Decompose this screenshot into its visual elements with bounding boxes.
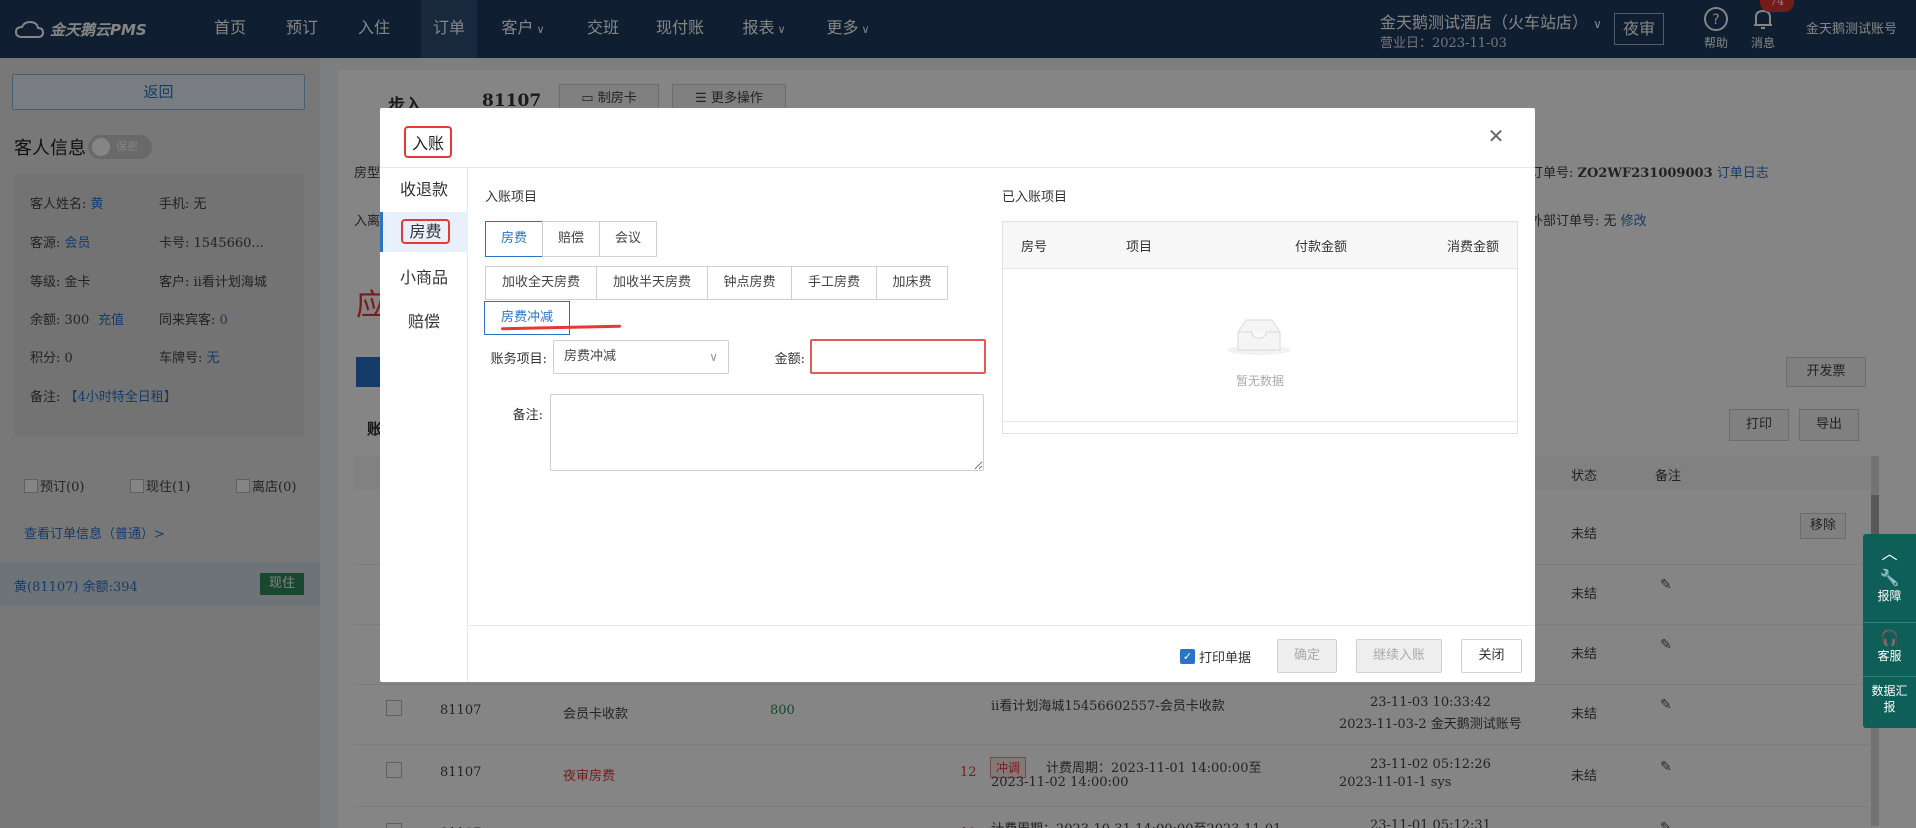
tab-compensation[interactable]: 赔偿 bbox=[380, 302, 468, 342]
confirm-button[interactable]: 确定 bbox=[1277, 639, 1337, 673]
tab-small-goods[interactable]: 小商品 bbox=[380, 258, 468, 298]
account-item-value: 房费冲减 bbox=[564, 349, 617, 364]
segment-compensation[interactable]: 赔偿 bbox=[542, 221, 600, 257]
customer-service-label: 客服 bbox=[1877, 649, 1902, 663]
customer-service-button[interactable]: 🎧 客服 bbox=[1863, 622, 1916, 664]
chip-extra-bed[interactable]: 加床费 bbox=[876, 266, 948, 300]
tab-room-fee[interactable]: 房费 bbox=[380, 212, 468, 252]
col-consume-amount: 消费金额 bbox=[1447, 240, 1500, 255]
col-room-number: 房号 bbox=[1021, 240, 1048, 255]
empty-inbox-icon bbox=[1227, 319, 1291, 355]
table-divider bbox=[1003, 421, 1517, 422]
tab-receipt-refund-label: 收退款 bbox=[399, 180, 448, 199]
account-item-select[interactable]: 房费冲减 ∨ bbox=[553, 340, 729, 374]
data-report-button[interactable]: 数据汇报 bbox=[1863, 676, 1916, 715]
tab-receipt-refund[interactable]: 收退款 bbox=[380, 170, 468, 210]
close-button[interactable]: 关闭 bbox=[1461, 639, 1522, 673]
dialog-title: 入账 bbox=[404, 126, 453, 158]
report-issue-label: 报障 bbox=[1877, 589, 1902, 603]
floating-support-panel: ︿ 🔧 报障 🎧 客服 数据汇报 bbox=[1863, 534, 1916, 728]
amount-input[interactable] bbox=[810, 339, 986, 374]
segment-meeting[interactable]: 会议 bbox=[599, 221, 657, 257]
posted-table-header bbox=[1003, 222, 1517, 269]
col-payment-amount: 付款金额 bbox=[1295, 240, 1348, 255]
report-issue-button[interactable]: 🔧 报障 bbox=[1863, 568, 1916, 604]
remark-textarea[interactable] bbox=[550, 394, 984, 471]
segment-room-fee[interactable]: 房费 bbox=[485, 221, 543, 257]
col-item: 项目 bbox=[1126, 240, 1153, 255]
dialog-footer-divider bbox=[468, 625, 1535, 626]
headset-icon: 🎧 bbox=[1880, 629, 1899, 647]
chevron-up-icon[interactable]: ︿ bbox=[1863, 540, 1916, 564]
print-receipt-label: 打印单据 bbox=[1199, 651, 1252, 666]
tab-compensation-label: 赔偿 bbox=[407, 312, 440, 331]
chip-hourly-fee[interactable]: 钟点房费 bbox=[707, 266, 792, 300]
continue-entry-button[interactable]: 继续入账 bbox=[1356, 639, 1442, 673]
chip-room-fee-deduction[interactable]: 房费冲减 bbox=[484, 301, 570, 335]
remark-label: 备注: bbox=[512, 408, 543, 423]
chevron-down-icon: ∨ bbox=[709, 350, 718, 364]
chip-full-day-surcharge[interactable]: 加收全天房费 bbox=[485, 266, 597, 300]
post-entry-dialog: 入账 ✕ 收退款 房费 小商品 赔偿 入账项目 房费 赔偿 会议 加收全天房费 … bbox=[380, 108, 1535, 682]
dialog-header bbox=[380, 108, 1535, 168]
chip-manual-fee[interactable]: 手工房费 bbox=[791, 266, 877, 300]
posted-items-table: 房号 项目 付款金额 消费金额 暂无数据 bbox=[1002, 221, 1518, 434]
entry-section-title: 入账项目 bbox=[485, 190, 538, 205]
empty-state-text: 暂无数据 bbox=[1235, 374, 1284, 388]
account-item-label: 账务项目: bbox=[490, 352, 547, 367]
posted-section-title: 已入账项目 bbox=[1002, 190, 1068, 205]
print-receipt-checkbox[interactable]: ✓ 打印单据 bbox=[1180, 647, 1251, 666]
tab-small-goods-label: 小商品 bbox=[399, 268, 448, 287]
chip-half-day-surcharge[interactable]: 加收半天房费 bbox=[596, 266, 708, 300]
wrench-icon: 🔧 bbox=[1879, 568, 1900, 587]
tab-room-fee-label: 房费 bbox=[401, 219, 450, 244]
amount-label: 金额: bbox=[774, 352, 805, 367]
checkmark-icon: ✓ bbox=[1180, 649, 1195, 664]
close-icon[interactable]: ✕ bbox=[1484, 124, 1508, 148]
